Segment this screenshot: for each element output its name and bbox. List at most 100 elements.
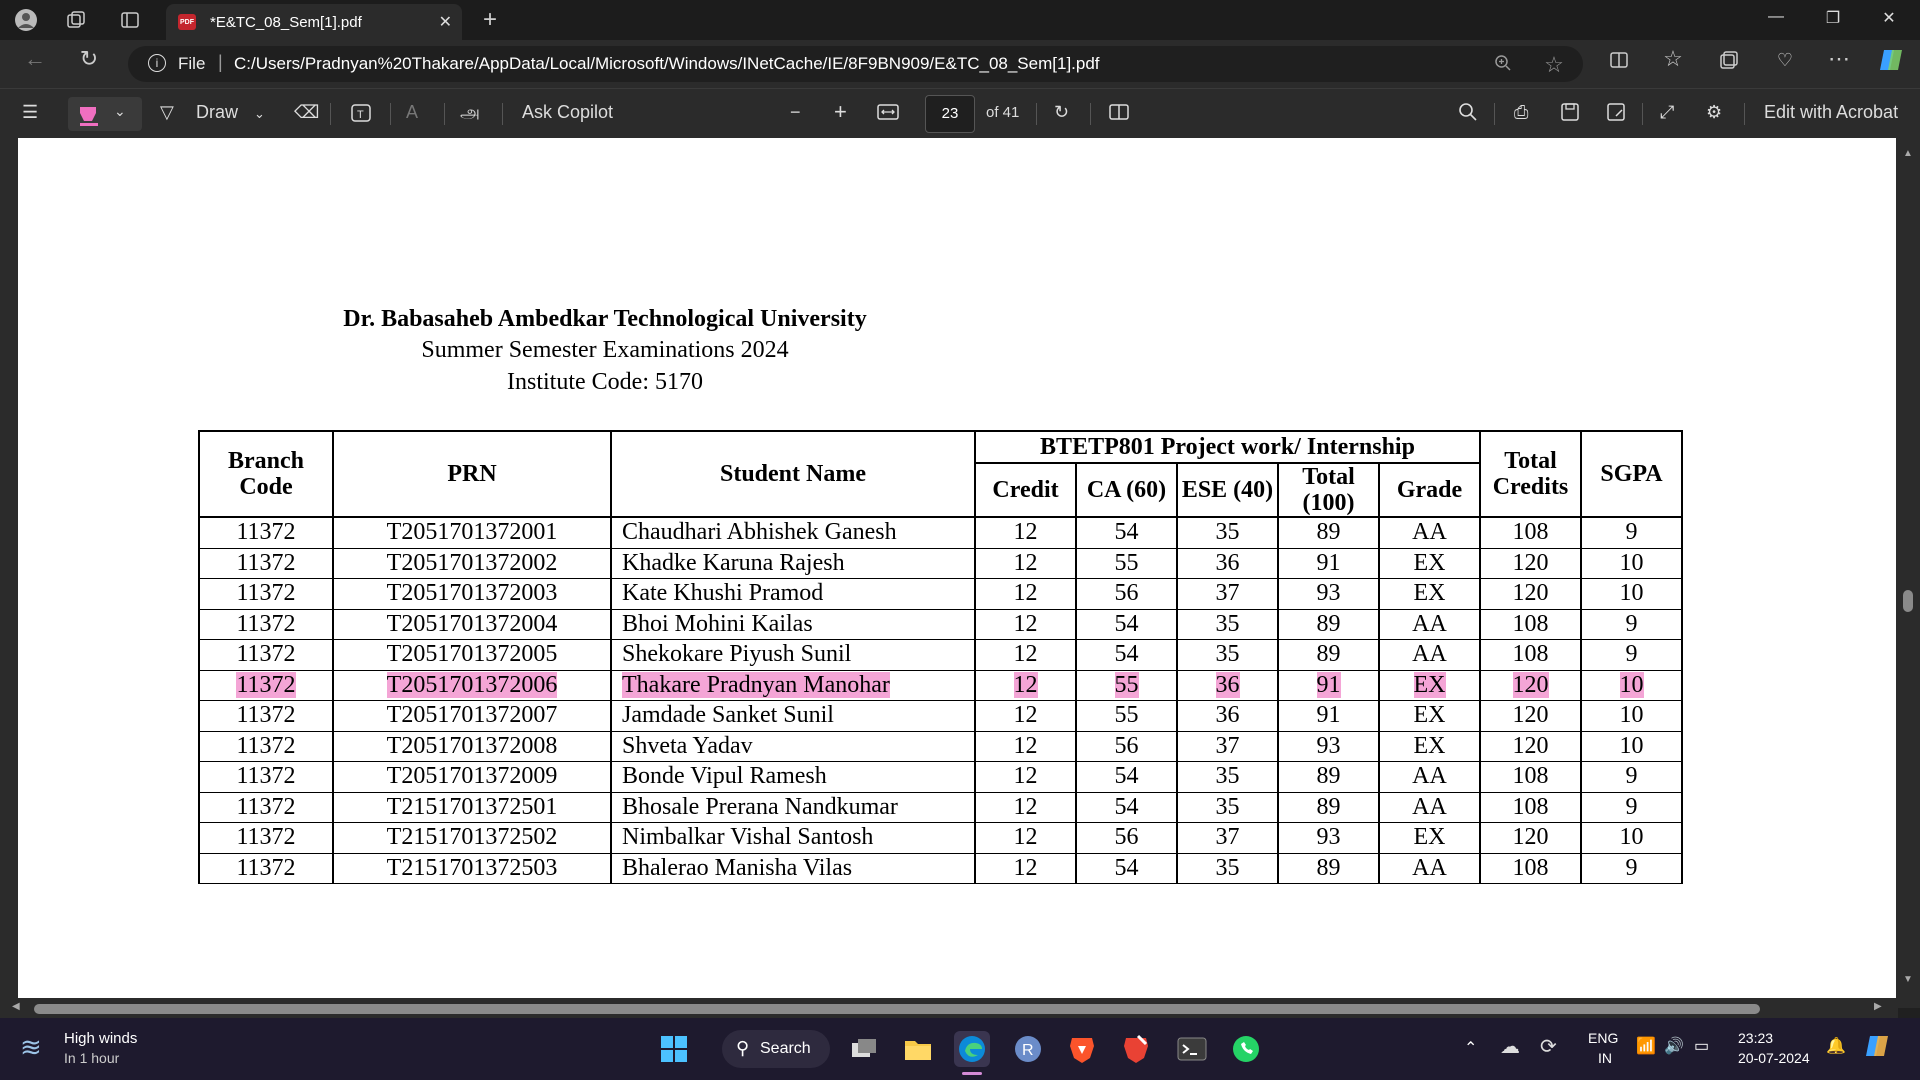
whatsapp-icon[interactable] [1228, 1031, 1264, 1067]
read-aloud-icon[interactable]: A [406, 102, 418, 123]
battery-icon[interactable]: ▭ [1694, 1036, 1709, 1056]
cell-ca: 54 [1075, 608, 1178, 640]
weather-title[interactable]: High winds [64, 1030, 137, 1047]
cell-text: EX [1413, 732, 1446, 759]
wifi-icon[interactable]: 📶 [1636, 1036, 1656, 1056]
favorite-star-icon[interactable]: ☆ [1541, 52, 1567, 78]
horizontal-scrollbar[interactable]: ◀ ▶ [0, 998, 1898, 1018]
volume-icon[interactable]: 🔊 [1664, 1036, 1684, 1056]
zoom-in-icon[interactable]: + [834, 99, 847, 125]
brave-browser-icon[interactable] [1064, 1031, 1100, 1067]
address-bar[interactable]: i File | C:/Users/Pradnyan%20Thakare/App… [128, 46, 1583, 82]
r-app-icon[interactable]: R [1010, 1031, 1046, 1067]
scroll-down-icon[interactable]: ▼ [1903, 974, 1913, 985]
rotate-icon[interactable]: ↻ [1054, 102, 1069, 123]
add-text-icon[interactable]: T [350, 102, 372, 129]
weather-wind-icon[interactable]: ≋ [20, 1032, 42, 1063]
page-view-icon[interactable] [1108, 102, 1130, 127]
scroll-left-icon[interactable]: ◀ [12, 1001, 20, 1012]
cell-credit: 12 [974, 852, 1077, 884]
save-icon[interactable] [1560, 102, 1580, 127]
profile-icon[interactable] [14, 8, 38, 32]
refresh-icon[interactable]: ↻ [76, 46, 102, 72]
info-icon[interactable]: i [148, 54, 166, 72]
clock-time[interactable]: 23:23 [1738, 1030, 1773, 1046]
cell-text: 12 [1013, 763, 1038, 790]
print-icon[interactable]: ⎙ [1514, 102, 1528, 123]
header-student-name: Student Name [610, 430, 976, 518]
horizontal-scroll-thumb[interactable] [34, 1004, 1760, 1014]
cell-text: 120 [1512, 671, 1549, 698]
show-hidden-icons-chevron[interactable]: ⌃ [1464, 1038, 1477, 1058]
fullscreen-icon[interactable]: ⤢ [1660, 102, 1674, 123]
minimize-icon[interactable]: — [1761, 8, 1791, 26]
start-windows-icon[interactable] [656, 1031, 692, 1067]
highlight-tool-button[interactable]: ⌄ [68, 97, 142, 131]
browser-essentials-icon[interactable]: ♡ [1772, 50, 1798, 71]
file-explorer-icon[interactable] [900, 1031, 936, 1067]
edit-with-acrobat-button[interactable]: Edit with Acrobat [1764, 102, 1898, 123]
cell-grade: AA [1378, 516, 1481, 549]
cell-name: Bhalerao Manisha Vilas [610, 852, 976, 884]
close-window-icon[interactable]: ✕ [1874, 8, 1904, 28]
brave-beta-icon[interactable] [1118, 1031, 1154, 1067]
fit-to-width-icon[interactable] [876, 102, 900, 127]
cell-text: Shekokare Piyush Sunil [622, 641, 852, 668]
workspaces-icon[interactable] [64, 8, 88, 32]
task-view-icon[interactable] [846, 1031, 882, 1067]
erase-icon[interactable]: ⌫ [294, 102, 319, 123]
vertical-scroll-thumb[interactable] [1903, 590, 1913, 612]
notification-bell-icon[interactable]: 🔔 [1826, 1036, 1846, 1056]
split-screen-icon[interactable] [1606, 50, 1632, 75]
scroll-right-icon[interactable]: ▶ [1874, 1001, 1882, 1012]
pdf-toolbar: ☰ ⌄ ▽ Draw ⌄ ⌫ T A அ Ask Copilot − + 23 … [0, 88, 1920, 138]
close-tab-icon[interactable]: ✕ [439, 12, 452, 32]
ask-copilot-button[interactable]: Ask Copilot [522, 102, 613, 123]
language-top[interactable]: ENG [1588, 1030, 1618, 1046]
chevron-down-icon[interactable]: ⌄ [254, 106, 265, 122]
onedrive-cloud-icon[interactable]: ☁ [1500, 1034, 1520, 1059]
tab-pdf[interactable]: PDF *E&TC_08_Sem[1].pdf ✕ [166, 4, 462, 40]
document-viewport[interactable]: Dr. Babasaheb Ambedkar Technological Uni… [0, 138, 1920, 1008]
cell-prn: T2151701372501 [332, 791, 612, 823]
sync-icon[interactable]: ⟳ [1540, 1034, 1557, 1059]
page-number-input[interactable]: 23 [925, 95, 975, 133]
copilot-icon[interactable] [1878, 46, 1904, 79]
translate-icon[interactable]: அ [460, 102, 480, 125]
cell-total: 93 [1277, 578, 1380, 610]
taskbar-search[interactable]: ⚲ Search [722, 1030, 830, 1068]
contents-list-icon[interactable]: ☰ [22, 102, 38, 123]
search-icon[interactable] [1458, 102, 1478, 127]
cell-text: Chaudhari Abhishek Ganesh [622, 519, 897, 546]
url-text[interactable]: C:/Users/Pradnyan%20Thakare/AppData/Loca… [234, 54, 1100, 74]
settings-gear-icon[interactable]: ⚙ [1706, 102, 1722, 123]
copilot-taskbar-icon[interactable] [1864, 1032, 1892, 1063]
cell-total: 89 [1277, 608, 1380, 640]
draw-icon[interactable]: ▽ [160, 102, 174, 123]
back-icon[interactable]: ← [22, 46, 48, 72]
language-bottom[interactable]: IN [1598, 1050, 1612, 1066]
cell-ese: 35 [1176, 761, 1279, 793]
cell-text: Jamdade Sanket Sunil [622, 702, 834, 729]
cell-credit: 12 [974, 547, 1077, 579]
new-tab-icon[interactable]: + [478, 6, 502, 33]
zoom-out-icon[interactable]: − [790, 102, 801, 123]
more-menu-icon[interactable]: ⋯ [1826, 46, 1852, 72]
terminal-icon[interactable] [1174, 1031, 1210, 1067]
scroll-up-icon[interactable]: ▲ [1903, 148, 1913, 159]
edge-browser-icon[interactable] [954, 1031, 990, 1067]
zoom-icon[interactable] [1490, 54, 1516, 77]
clock-date[interactable]: 20-07-2024 [1738, 1050, 1810, 1066]
cell-text: T2051701372006 [386, 671, 558, 698]
cell-text: 54 [1114, 793, 1139, 820]
draw-label[interactable]: Draw [196, 102, 238, 123]
cell-text: 11372 [236, 580, 296, 607]
tab-actions-icon[interactable] [118, 8, 142, 32]
header-grade: Grade [1378, 462, 1481, 518]
save-as-icon[interactable] [1606, 102, 1626, 127]
cell-credit: 12 [974, 669, 1077, 701]
collections-icon[interactable] [1716, 50, 1742, 75]
vertical-scrollbar[interactable]: ▲ ▼ [1897, 138, 1920, 1008]
restore-icon[interactable]: ❐ [1818, 8, 1848, 28]
favorites-icon[interactable]: ☆ [1660, 46, 1686, 72]
